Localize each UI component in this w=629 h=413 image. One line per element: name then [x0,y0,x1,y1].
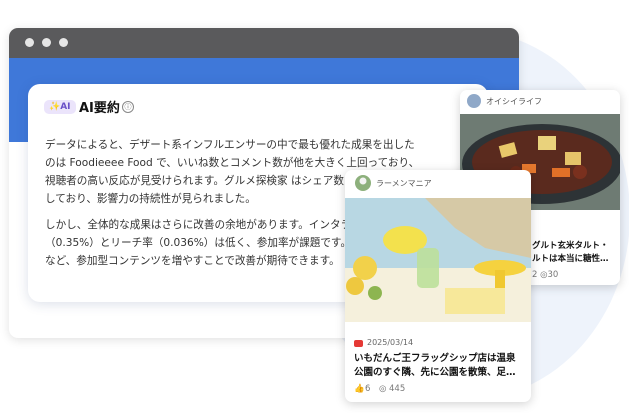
post-title: グルト玄米タルト・ ルトは本当に糖性… [532,241,609,264]
ai-badge: ✨AI [44,100,76,114]
youtube-icon [354,340,363,347]
window-dot-icon[interactable] [42,38,51,47]
view-count: 445 [389,384,406,394]
window-dot-icon[interactable] [59,38,68,47]
window-dot-icon[interactable] [25,38,34,47]
summary-title: AI要約 [79,101,120,116]
info-icon[interactable]: ⓘ [122,101,134,113]
window-titlebar [9,28,519,58]
post-image-tea [345,198,531,322]
avatar [355,175,371,191]
view-icon: ◎ [379,384,387,394]
post-author: ラーメンマニア [376,179,432,188]
like-icon: 👍 [354,384,365,394]
post-author: オイシイライフ [486,97,542,106]
post-title: いもだんご王フラッグシップ店は温泉 公園のすぐ隣、先に公園を散策、足… [354,353,516,378]
post-card-front[interactable]: ラーメンマニア 2025/03/14 いもだんご王フラッグシップ店は温泉 公園の… [345,170,531,402]
post-date: 2025/03/14 [367,338,414,347]
like-count: 6 [365,384,371,394]
post-stats: 2 ◎30 [532,270,559,280]
